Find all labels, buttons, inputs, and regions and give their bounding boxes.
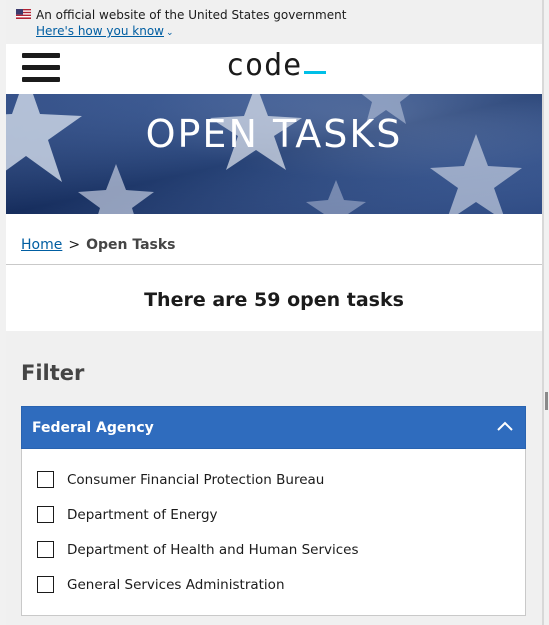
how-you-know-link[interactable]: Here's how you know ⌄: [36, 24, 174, 38]
site-logo[interactable]: code: [226, 48, 327, 83]
hamburger-menu-icon[interactable]: [22, 53, 60, 85]
us-flag-icon: [16, 9, 31, 19]
chevron-up-icon: [497, 421, 513, 431]
breadcrumb-current: Open Tasks: [86, 237, 176, 253]
agency-option-label: General Services Administration: [67, 577, 285, 593]
scrollbar-handle[interactable]: [545, 392, 548, 410]
chevron-down-icon: ⌄: [165, 28, 174, 38]
page-edge: [542, 0, 544, 625]
filter-panel: Filter Federal Agency Consumer Financial…: [6, 331, 542, 625]
agency-option-label: Department of Energy: [67, 507, 218, 523]
filter-heading: Filter: [21, 361, 85, 385]
checkbox[interactable]: [37, 471, 54, 488]
page-title: OPEN TASKS: [145, 112, 403, 156]
agency-option-label: Consumer Financial Protection Bureau: [67, 472, 325, 488]
task-count-text: There are 59 open tasks: [144, 289, 404, 311]
how-you-know-label: Here's how you know: [36, 24, 164, 38]
checkbox[interactable]: [37, 576, 54, 593]
hero-banner: OPEN TASKS: [6, 94, 542, 214]
logo-text: code: [226, 48, 303, 83]
checkbox[interactable]: [37, 506, 54, 523]
accordion-body: Consumer Financial Protection Bureau Dep…: [21, 449, 526, 616]
page: An official website of the United States…: [6, 0, 542, 625]
breadcrumb-separator: >: [68, 237, 81, 253]
official-website-text: An official website of the United States…: [36, 8, 347, 22]
accordion-label: Federal Agency: [32, 420, 154, 436]
task-count-section: There are 59 open tasks: [6, 265, 542, 332]
agency-option-label: Department of Health and Human Services: [67, 542, 359, 558]
breadcrumb-home-link[interactable]: Home: [21, 237, 62, 253]
federal-agency-accordion-toggle[interactable]: Federal Agency: [21, 406, 526, 449]
site-header: code: [6, 44, 542, 94]
federal-agency-accordion: Federal Agency Consumer Financial Protec…: [21, 406, 526, 616]
logo-cursor-mark: [304, 71, 327, 74]
breadcrumb: Home > Open Tasks: [6, 214, 542, 265]
checkbox[interactable]: [37, 541, 54, 558]
gov-banner: An official website of the United States…: [6, 0, 542, 44]
